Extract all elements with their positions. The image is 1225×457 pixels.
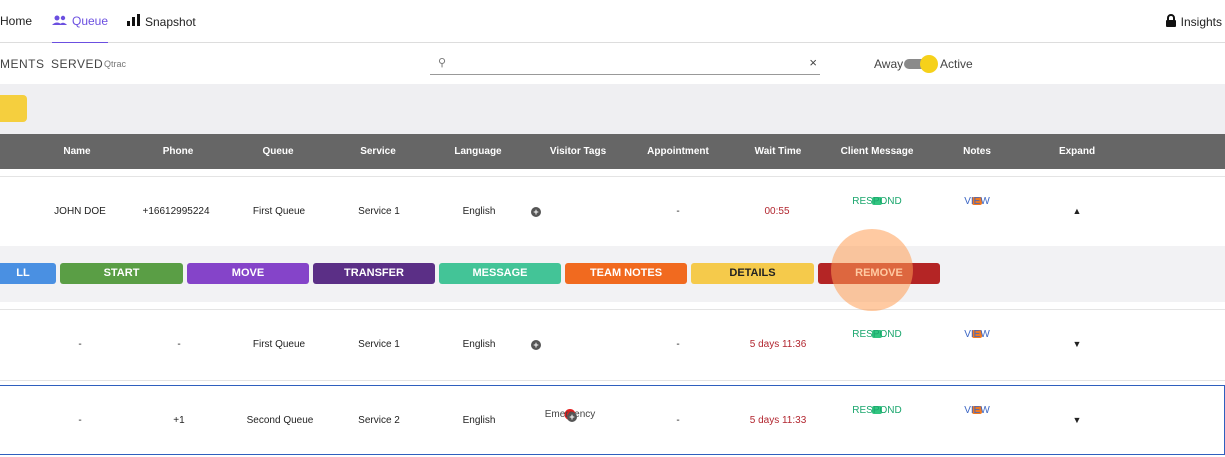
search-field[interactable]: ⚲ × <box>430 54 820 75</box>
respond-label: RESPOND <box>852 329 902 340</box>
cell-phone: - <box>177 339 181 350</box>
cell-language: English <box>462 415 496 426</box>
move-button[interactable]: MOVE <box>187 263 309 284</box>
plus-circle-icon: + <box>531 207 541 217</box>
start-button[interactable]: START <box>60 263 183 284</box>
view-label: VIEW <box>964 329 990 340</box>
transfer-button[interactable]: TRANSFER <box>313 263 435 284</box>
cell-phone: +16612995224 <box>142 206 210 217</box>
table-row[interactable]: JOHN DOE +16612995224 First Queue Servic… <box>0 176 1225 246</box>
cell-name: - <box>78 415 82 426</box>
cell-name: - <box>78 339 82 350</box>
cell-service: Service 2 <box>358 415 400 426</box>
details-button[interactable]: DETAILS <box>691 263 814 284</box>
header-phone: Phone <box>162 146 194 157</box>
nav-snapshot[interactable]: Snapshot <box>127 14 196 29</box>
nav-insights-label: Insights <box>1180 15 1222 29</box>
cell-language: English <box>462 206 496 217</box>
bar-chart-icon <box>127 14 140 29</box>
cell-language: English <box>462 339 496 350</box>
header-expand: Expand <box>1058 146 1096 157</box>
primary-action-button[interactable] <box>0 95 27 122</box>
header-notes: Notes <box>963 146 991 157</box>
nav-insights[interactable]: Insights <box>1165 14 1222 30</box>
cell-queue: First Queue <box>252 339 306 350</box>
nav-queue[interactable]: Queue <box>52 14 109 44</box>
search-icon: ⚲ <box>438 57 447 69</box>
top-nav: Home Queue Snapshot Insights <box>0 0 1225 44</box>
header-service: Service <box>360 146 396 157</box>
header-appointment: Appointment <box>647 146 709 157</box>
row-action-bar: LL START MOVE TRANSFER MESSAGE TEAM NOTE… <box>0 246 1225 302</box>
nav-queue-label: Queue <box>72 14 109 28</box>
header-client-message: Client Message <box>840 146 914 157</box>
cell-wait-time: 5 days 11:33 <box>749 415 807 426</box>
availability-toggle[interactable] <box>904 55 938 73</box>
nav-home[interactable]: Home <box>0 14 32 28</box>
header-language: Language <box>454 146 502 157</box>
table-header: Name Phone Queue Service Language Visito… <box>0 134 1225 169</box>
active-label: Active <box>940 57 973 71</box>
toolbar-area <box>0 84 1225 134</box>
table-row[interactable]: - +1 Second Queue Service 2 English Emer… <box>0 385 1225 455</box>
team-notes-button[interactable]: TEAM NOTES <box>565 263 687 284</box>
cell-queue: First Queue <box>252 206 306 217</box>
message-button[interactable]: MESSAGE <box>439 263 561 284</box>
respond-label: RESPOND <box>852 196 902 207</box>
clear-search-button[interactable]: × <box>809 55 817 70</box>
away-label: Away <box>874 57 904 71</box>
tab-appointments[interactable]: MENTS <box>0 57 45 71</box>
header-visitor-tags: Visitor Tags <box>549 146 607 157</box>
call-button[interactable]: LL <box>0 263 56 284</box>
cell-name: JOHN DOE <box>54 206 106 217</box>
collapse-row-button[interactable]: ▲ <box>1073 206 1082 216</box>
lock-icon <box>1165 14 1176 30</box>
cell-service: Service 1 <box>358 339 400 350</box>
cell-appointment: - <box>676 415 680 426</box>
header-wait-time: Wait Time <box>754 146 802 157</box>
view-label: VIEW <box>964 405 990 416</box>
nav-home-label: Home <box>0 14 33 28</box>
toggle-knob <box>920 55 938 73</box>
cell-wait-time: 00:55 <box>764 206 790 217</box>
sub-toolbar: MENTS SERVED Qtrac ⚲ × Away Active <box>0 43 1225 83</box>
availability-toggle-wrap: Away Active <box>874 55 973 73</box>
nav-snapshot-label: Snapshot <box>145 14 196 29</box>
expand-row-button[interactable]: ▼ <box>1073 415 1082 425</box>
expand-row-button[interactable]: ▼ <box>1073 339 1082 349</box>
header-name: Name <box>63 146 91 157</box>
table-row[interactable]: - - First Queue Service 1 English + - 5 … <box>0 309 1225 381</box>
cell-phone: +1 <box>173 415 185 426</box>
tab-served[interactable]: SERVED <box>51 57 103 71</box>
header-queue: Queue <box>262 146 294 157</box>
cell-queue: Second Queue <box>246 415 314 426</box>
cell-appointment: - <box>676 206 680 217</box>
plus-circle-icon: + <box>531 340 541 350</box>
brand-label: Qtrac <box>104 59 127 69</box>
plus-circle-icon[interactable]: + <box>567 412 577 422</box>
view-label: VIEW <box>964 196 990 207</box>
cell-appointment: - <box>676 339 680 350</box>
respond-label: RESPOND <box>852 405 902 416</box>
cell-wait-time: 5 days 11:36 <box>749 339 807 350</box>
cell-service: Service 1 <box>358 206 400 217</box>
people-icon <box>52 14 67 28</box>
remove-button[interactable]: REMOVE <box>818 263 940 284</box>
